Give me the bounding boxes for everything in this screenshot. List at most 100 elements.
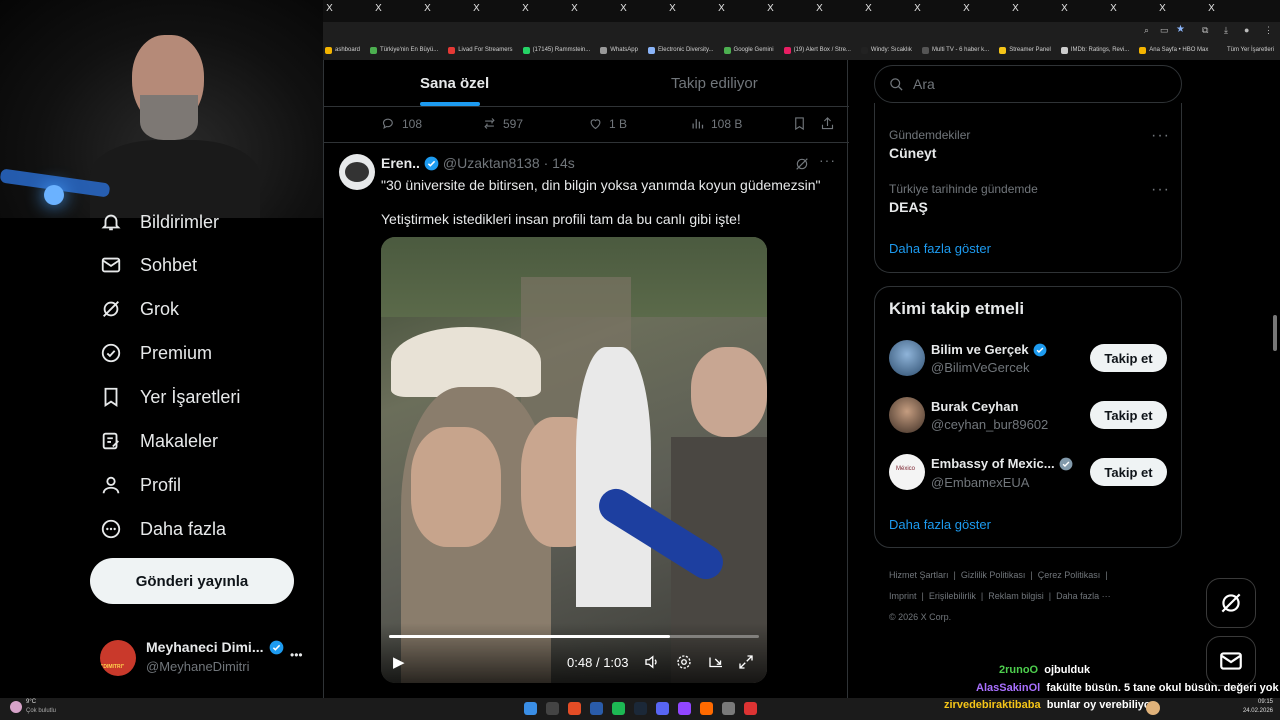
browser-tab[interactable]: X: [816, 3, 838, 19]
browser-tab[interactable]: X: [620, 3, 642, 19]
bookmark-item[interactable]: (17145) Rammstein...: [522, 46, 590, 54]
trend-title[interactable]: Cüneyt: [889, 145, 936, 161]
bookmark-item[interactable]: IMDb: Ratings, Revi...: [1060, 46, 1129, 54]
search-input[interactable]: Ara: [874, 65, 1182, 103]
messages-float-button[interactable]: [1206, 636, 1256, 686]
fullscreen-icon[interactable]: [737, 653, 755, 671]
footer-link[interactable]: Imprint: [889, 591, 917, 601]
account-more-icon[interactable]: •••: [290, 648, 303, 662]
download-icon[interactable]: ⤓: [1224, 25, 1228, 36]
bookmark-item[interactable]: Livad For Streamers: [448, 46, 513, 54]
taskbar-app-icon[interactable]: [568, 702, 581, 715]
nav-item-more-circle[interactable]: Daha fazla: [100, 518, 226, 540]
browser-tab[interactable]: X: [1110, 3, 1132, 19]
browser-tab[interactable]: X: [375, 3, 397, 19]
bookmark-item[interactable]: Multi TV - 6 haber k...: [921, 46, 989, 54]
taskbar-app-icon[interactable]: [722, 702, 735, 715]
footer-link[interactable]: Hizmet Şartları: [889, 570, 949, 580]
nav-item-bookmark[interactable]: Yer İşaretleri: [100, 386, 240, 408]
taskbar-app-icon[interactable]: [590, 702, 603, 715]
browser-tab[interactable]: X: [571, 3, 593, 19]
cast-icon[interactable]: ▭: [1160, 25, 1169, 36]
browser-tab[interactable]: X: [522, 3, 544, 19]
follow-button[interactable]: Takip et: [1090, 401, 1167, 429]
tab-for-you[interactable]: Sana özel: [420, 75, 489, 92]
taskbar-app-icon[interactable]: [524, 702, 537, 715]
share-icon[interactable]: [820, 116, 835, 131]
play-icon[interactable]: ▶: [393, 653, 405, 671]
nav-item-person[interactable]: Profil: [100, 474, 181, 496]
tweet-author-avatar[interactable]: [339, 154, 375, 190]
follow-show-more-link[interactable]: Daha fazla göster: [889, 517, 991, 532]
tab-following[interactable]: Takip ediliyor: [671, 75, 758, 92]
tweet-author-handle[interactable]: @Uzaktan8138: [443, 155, 540, 171]
browser-tab[interactable]: X: [424, 3, 446, 19]
account-avatar[interactable]: [889, 340, 925, 376]
nav-item-grok[interactable]: Grok: [100, 298, 179, 320]
grok-explain-icon[interactable]: [794, 156, 810, 172]
trend-more-icon[interactable]: ···: [1151, 127, 1170, 145]
bookmark-item[interactable]: WhatsApp: [600, 46, 638, 54]
repost-button[interactable]: 597: [482, 116, 523, 131]
bookmark-item[interactable]: Ana Sayfa • HBO Max: [1139, 46, 1208, 54]
menu-icon[interactable]: ⋮: [1264, 25, 1273, 36]
account-name[interactable]: Bilim ve Gerçek: [931, 342, 1029, 357]
page-scrollbar[interactable]: [1273, 315, 1277, 351]
browser-tab[interactable]: X: [865, 3, 887, 19]
footer-link[interactable]: Erişilebilirlik: [929, 591, 976, 601]
clock-time[interactable]: 09:15: [1241, 699, 1273, 705]
nav-item-mail[interactable]: Sohbet: [100, 254, 197, 276]
browser-tab[interactable]: X: [669, 3, 691, 19]
account-switcher[interactable]: "DIMITRI" Meyhaneci Dimi... @MeyhaneDimi…: [100, 636, 320, 680]
bookmark-item[interactable]: Windy: Sıcaklık: [860, 46, 912, 54]
star-icon[interactable]: ★: [1176, 24, 1185, 35]
bookmark-item[interactable]: Google Gemini: [723, 46, 774, 54]
taskbar-app-icon[interactable]: [744, 702, 757, 715]
browser-tab[interactable]: X: [473, 3, 495, 19]
footer-link[interactable]: Çerez Politikası: [1038, 570, 1101, 580]
taskbar-app-icon[interactable]: [656, 702, 669, 715]
follow-button[interactable]: Takip et: [1090, 344, 1167, 372]
taskbar-app-icon[interactable]: [700, 702, 713, 715]
grok-float-button[interactable]: [1206, 578, 1256, 628]
footer-link[interactable]: Gizlilik Politikası: [961, 570, 1026, 580]
tweet-more-icon[interactable]: ···: [819, 152, 836, 168]
video-player[interactable]: ▶ 0:48 / 1:03: [381, 237, 767, 683]
footer-link[interactable]: Reklam bilgisi: [988, 591, 1044, 601]
profile-icon[interactable]: ●: [1244, 25, 1249, 35]
nav-item-verified[interactable]: Premium: [100, 342, 212, 364]
bookmark-item[interactable]: Electronic Diversity...: [647, 46, 714, 54]
like-button[interactable]: 1 B: [588, 116, 627, 131]
bookmark-item[interactable]: (19) Alert Box / Stre...: [783, 46, 851, 54]
browser-tab[interactable]: X: [1159, 3, 1181, 19]
taskbar-app-icon[interactable]: [634, 702, 647, 715]
settings-icon[interactable]: [675, 653, 693, 671]
all-bookmarks-link[interactable]: Tüm Yer İşaretleri: [1227, 47, 1280, 53]
browser-tab[interactable]: X: [718, 3, 740, 19]
account-name[interactable]: Embassy of Mexic...: [931, 456, 1055, 471]
tweet-time[interactable]: · 14s: [544, 155, 575, 171]
nav-item-article[interactable]: Makaleler: [100, 430, 218, 452]
nav-item-bell[interactable]: Bildirimler: [100, 211, 219, 233]
browser-tab[interactable]: X: [963, 3, 985, 19]
browser-tab[interactable]: X: [1208, 3, 1230, 19]
browser-tab[interactable]: X: [326, 3, 348, 19]
account-name[interactable]: Burak Ceyhan: [931, 399, 1018, 414]
trends-show-more-link[interactable]: Daha fazla göster: [889, 241, 991, 256]
account-avatar[interactable]: México: [889, 454, 925, 490]
views-button[interactable]: 108 B: [690, 116, 742, 131]
volume-icon[interactable]: [643, 653, 661, 671]
weather-icon[interactable]: [10, 701, 22, 713]
browser-tab[interactable]: X: [1012, 3, 1034, 19]
video-progress-track[interactable]: [389, 635, 759, 638]
trend-more-icon[interactable]: ···: [1151, 181, 1170, 199]
footer-link[interactable]: Daha fazla ···: [1056, 591, 1111, 601]
zoom-icon[interactable]: ⌕: [1144, 25, 1149, 36]
browser-tab[interactable]: X: [914, 3, 936, 19]
taskbar-app-icon[interactable]: [546, 702, 559, 715]
clock-date[interactable]: 24.02.2026: [1241, 708, 1273, 714]
bookmark-item[interactable]: Streamer Panel: [999, 46, 1051, 54]
account-avatar[interactable]: [889, 397, 925, 433]
bookmark-item[interactable]: ashboard: [325, 46, 360, 54]
browser-tab[interactable]: X: [767, 3, 789, 19]
